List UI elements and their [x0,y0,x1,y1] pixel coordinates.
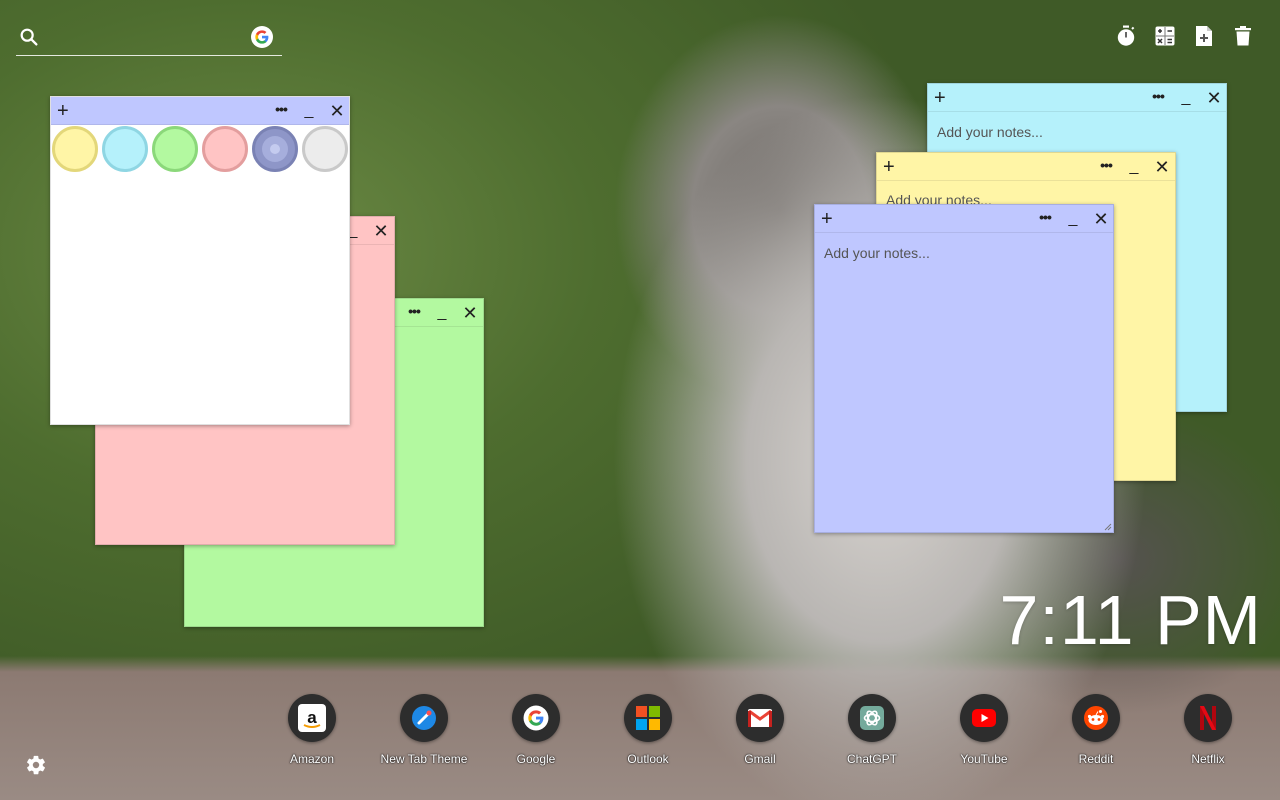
more-options-icon[interactable]: ••• [402,299,426,327]
shortcut-chatgpt[interactable]: ChatGPT [816,694,928,766]
trash-icon[interactable] [1232,24,1254,48]
shortcut-new-tab-theme[interactable]: New Tab Theme [368,694,480,766]
shortcut-amazon[interactable]: a Amazon [256,694,368,766]
color-picker [52,126,348,172]
minimize-icon[interactable]: _ [297,97,321,125]
shortcut-label: Reddit [1078,752,1114,766]
netflix-icon [1184,694,1232,742]
minimize-icon[interactable]: _ [1122,153,1146,181]
note-title-bar[interactable]: + ••• _ ✕ [51,97,349,125]
close-icon[interactable]: ✕ [1089,205,1113,233]
search-input[interactable] [50,24,240,50]
color-swatch-yellow[interactable] [52,126,98,172]
gmail-icon [736,694,784,742]
add-note-icon[interactable]: + [883,155,895,179]
color-swatch-green[interactable] [152,126,198,172]
shortcut-reddit[interactable]: Reddit [1040,694,1152,766]
google-icon [512,694,560,742]
shortcut-dock: a Amazon New Tab Theme Google Outlook Gm… [256,694,1264,766]
shortcut-label: Outlook [627,752,669,766]
color-swatch-cyan[interactable] [102,126,148,172]
top-toolbar [1115,24,1254,48]
note-title-bar[interactable]: + ••• _ ✕ [877,153,1175,181]
shortcut-label: Google [516,752,556,766]
chatgpt-icon [848,694,896,742]
add-note-icon[interactable]: + [57,99,69,123]
clock: 7:11 PM [999,581,1262,659]
youtube-icon [960,694,1008,742]
amazon-icon: a [288,694,336,742]
minimize-icon[interactable]: _ [1174,84,1198,112]
resize-handle-icon[interactable] [1104,523,1112,531]
more-options-icon[interactable]: ••• [1094,153,1118,181]
sticky-note-lavender[interactable]: + ••• _ ✕ Add your notes... [814,204,1114,533]
gear-icon[interactable] [25,754,47,776]
close-icon[interactable]: ✕ [325,97,349,125]
note-text[interactable]: Add your notes... [824,245,1105,261]
minimize-icon[interactable]: _ [1061,205,1085,233]
note-title-bar[interactable]: + ••• _ ✕ [815,205,1113,233]
close-icon[interactable]: ✕ [1150,153,1174,181]
microsoft-icon [624,694,672,742]
search-bar [16,18,282,56]
shortcut-youtube[interactable]: YouTube [928,694,1040,766]
shortcut-gmail[interactable]: Gmail [704,694,816,766]
add-note-icon[interactable]: + [934,86,946,110]
google-icon[interactable] [251,26,273,48]
close-icon[interactable]: ✕ [458,299,482,327]
new-tab-theme-icon [400,694,448,742]
shortcut-label: Netflix [1191,752,1225,766]
color-swatch-pink[interactable] [202,126,248,172]
svg-text:a: a [307,708,317,727]
note-title-bar[interactable]: + ••• _ ✕ [928,84,1226,112]
minimize-icon[interactable]: _ [430,299,454,327]
shortcut-label: YouTube [960,752,1008,766]
sticky-note-white[interactable]: + ••• _ ✕ [50,96,350,425]
shortcut-label: Amazon [289,752,335,766]
shortcut-netflix[interactable]: Netflix [1152,694,1264,766]
reddit-icon [1072,694,1120,742]
search-icon[interactable] [18,26,40,48]
shortcut-label: Gmail [744,752,776,766]
more-options-icon[interactable]: ••• [1033,205,1057,233]
shortcut-google[interactable]: Google [480,694,592,766]
color-swatch-lavender-selected[interactable] [252,126,298,172]
shortcut-label: ChatGPT [846,752,897,766]
new-note-icon[interactable] [1193,24,1215,48]
calculator-icon[interactable] [1154,24,1176,48]
more-options-icon[interactable]: ••• [269,97,293,125]
timer-icon[interactable] [1115,24,1137,48]
close-icon[interactable]: ✕ [1202,84,1226,112]
add-note-icon[interactable]: + [821,207,833,231]
more-options-icon[interactable]: ••• [1146,84,1170,112]
color-swatch-gray[interactable] [302,126,348,172]
shortcut-label: New Tab Theme [380,752,468,766]
note-text[interactable]: Add your notes... [937,124,1218,140]
close-icon[interactable]: ✕ [369,217,393,245]
shortcut-outlook[interactable]: Outlook [592,694,704,766]
